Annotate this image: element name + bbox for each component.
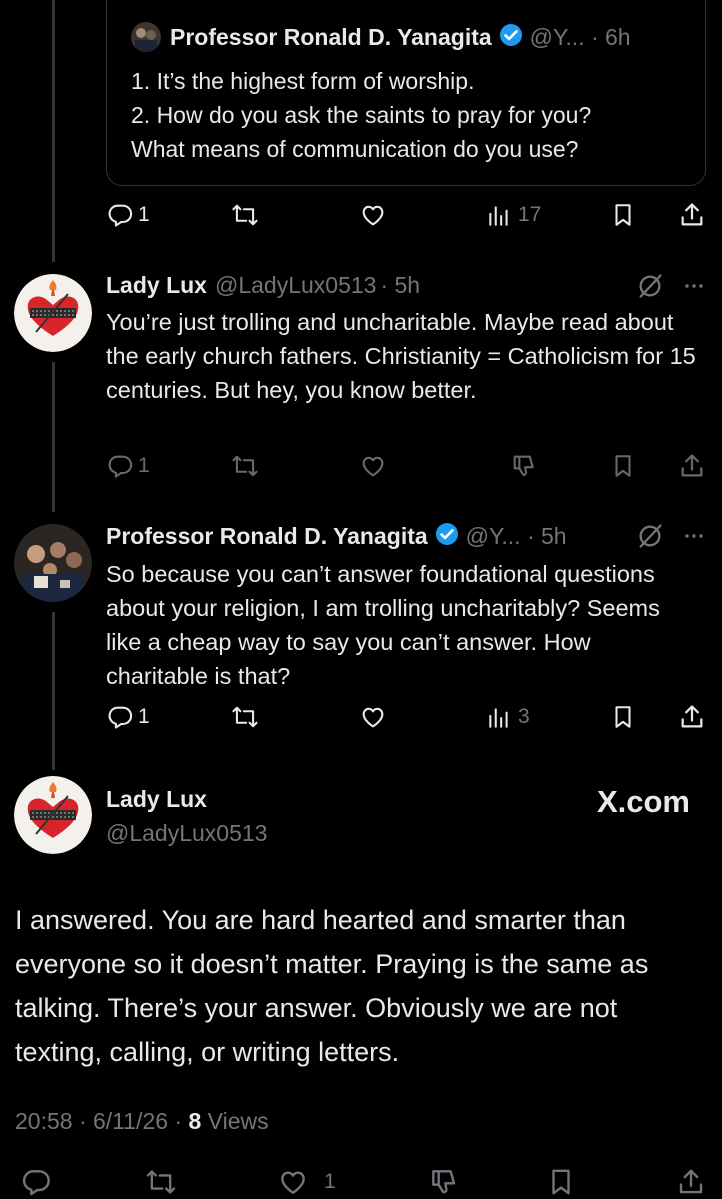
avatar[interactable] xyxy=(14,776,92,854)
author-name[interactable]: Lady Lux xyxy=(106,272,207,299)
quoted-tweet-text: 1. It’s the highest form of worship. 2. … xyxy=(131,64,691,166)
author-handle[interactable]: @LadyLux0513 xyxy=(106,820,267,847)
like-button[interactable] xyxy=(358,703,388,731)
reply-icon xyxy=(106,703,134,731)
retweet-button[interactable] xyxy=(230,452,260,480)
retweet-icon xyxy=(230,703,260,731)
reply-header: Lady Lux @LadyLux0513 · 5h xyxy=(106,272,420,299)
retweet-icon[interactable] xyxy=(144,1166,178,1199)
avatar[interactable] xyxy=(131,22,161,52)
quoted-tweet-header: Professor Ronald D. Yanagita @Y... · 6h xyxy=(131,22,631,52)
views-button[interactable]: 3 xyxy=(486,703,530,731)
avatar[interactable] xyxy=(14,524,92,602)
reply-count: 1 xyxy=(138,705,150,728)
retweet-icon xyxy=(230,452,260,480)
thread-line-bottom xyxy=(52,612,55,770)
retweet-button[interactable] xyxy=(230,703,260,731)
thread-line-middle xyxy=(52,362,55,512)
reply-text: You’re just trolling and uncharitable. M… xyxy=(106,309,696,403)
views-label: Views xyxy=(207,1108,269,1134)
dislike-icon xyxy=(510,452,538,480)
share-button[interactable] xyxy=(678,452,706,480)
tweet-actions: 1 3 xyxy=(106,703,706,737)
quoted-tweet-card[interactable]: Professor Ronald D. Yanagita @Y... · 6h … xyxy=(106,0,706,186)
views-count: 8 xyxy=(188,1108,202,1134)
retweet-button[interactable] xyxy=(230,201,260,229)
post-time: · 5h xyxy=(380,272,421,298)
reply-button[interactable]: 1 xyxy=(106,201,150,229)
reply-button[interactable]: 1 xyxy=(106,452,150,480)
author-name[interactable]: Professor Ronald D. Yanagita xyxy=(106,523,428,550)
timestamp[interactable]: 20:58 · 6/11/26 · xyxy=(15,1108,182,1134)
avatar[interactable] xyxy=(14,274,92,352)
views-count: 17 xyxy=(518,203,542,226)
share-button[interactable] xyxy=(678,703,706,731)
bookmark-icon xyxy=(610,452,636,480)
like-icon xyxy=(358,452,388,480)
main-tweet-text: I answered. You are hard hearted and sma… xyxy=(15,905,649,1067)
handle-time: @Y... · 5h xyxy=(465,523,567,549)
bookmark-icon xyxy=(610,201,636,229)
bookmark-button[interactable] xyxy=(610,703,636,731)
retweet-icon xyxy=(230,201,260,229)
bookmark-icon xyxy=(610,703,636,731)
xcom-watermark: X.com xyxy=(596,784,690,819)
reply-icon xyxy=(106,452,134,480)
main-tweet-actions: 1 xyxy=(0,1164,722,1199)
tweet-meta: 20:58 · 6/11/26 · 8 Views xyxy=(15,1108,269,1135)
verified-badge-icon xyxy=(435,522,459,551)
reply-icon[interactable] xyxy=(20,1166,52,1199)
reply-count: 1 xyxy=(138,454,150,477)
handle-time: @Y... · 6h xyxy=(529,23,631,50)
bookmark-button[interactable] xyxy=(610,452,636,480)
share-button[interactable] xyxy=(678,201,706,229)
author-handle[interactable]: @LadyLux0513 xyxy=(215,272,376,299)
like-button[interactable] xyxy=(358,452,388,480)
author-name[interactable]: Lady Lux xyxy=(106,786,207,813)
views-icon xyxy=(486,201,512,229)
like-icon xyxy=(358,201,388,229)
muted-conversation-icon[interactable] xyxy=(636,522,664,555)
quote-line: 1. It’s the highest form of worship. xyxy=(131,68,475,94)
tweet-actions: 1 17 xyxy=(106,201,706,235)
dislike-button[interactable] xyxy=(510,452,538,480)
views-count: 3 xyxy=(518,705,530,728)
like-icon[interactable] xyxy=(276,1166,310,1199)
reply-header-icons xyxy=(636,272,706,305)
verified-badge-icon xyxy=(499,23,523,52)
quote-line: What means of communication do you use? xyxy=(131,136,579,162)
share-icon[interactable] xyxy=(676,1166,706,1199)
reply-header: Professor Ronald D. Yanagita @Y... · 5h xyxy=(106,522,567,551)
more-icon[interactable] xyxy=(682,522,706,555)
reply-button[interactable]: 1 xyxy=(106,703,150,731)
thread-line-top xyxy=(52,0,55,262)
like-icon xyxy=(358,703,388,731)
author-name[interactable]: Professor Ronald D. Yanagita xyxy=(170,24,492,51)
share-icon xyxy=(678,452,706,480)
tweet-actions: 1 xyxy=(106,452,706,486)
bookmark-button[interactable] xyxy=(610,201,636,229)
share-icon xyxy=(678,201,706,229)
reply-count: 1 xyxy=(138,203,150,226)
reply-header-icons xyxy=(636,522,706,555)
views-button[interactable]: 17 xyxy=(486,201,541,229)
views-icon xyxy=(486,703,512,731)
muted-conversation-icon[interactable] xyxy=(636,272,664,305)
dislike-icon[interactable] xyxy=(428,1166,460,1199)
quote-line: 2. How do you ask the saints to pray for… xyxy=(131,102,592,128)
share-icon xyxy=(678,703,706,731)
bookmark-icon[interactable] xyxy=(546,1166,576,1199)
reply-icon xyxy=(106,201,134,229)
more-icon[interactable] xyxy=(682,272,706,305)
reply-text: So because you can’t answer foundational… xyxy=(106,561,660,689)
like-count: 1 xyxy=(324,1170,336,1193)
like-button[interactable] xyxy=(358,201,388,229)
